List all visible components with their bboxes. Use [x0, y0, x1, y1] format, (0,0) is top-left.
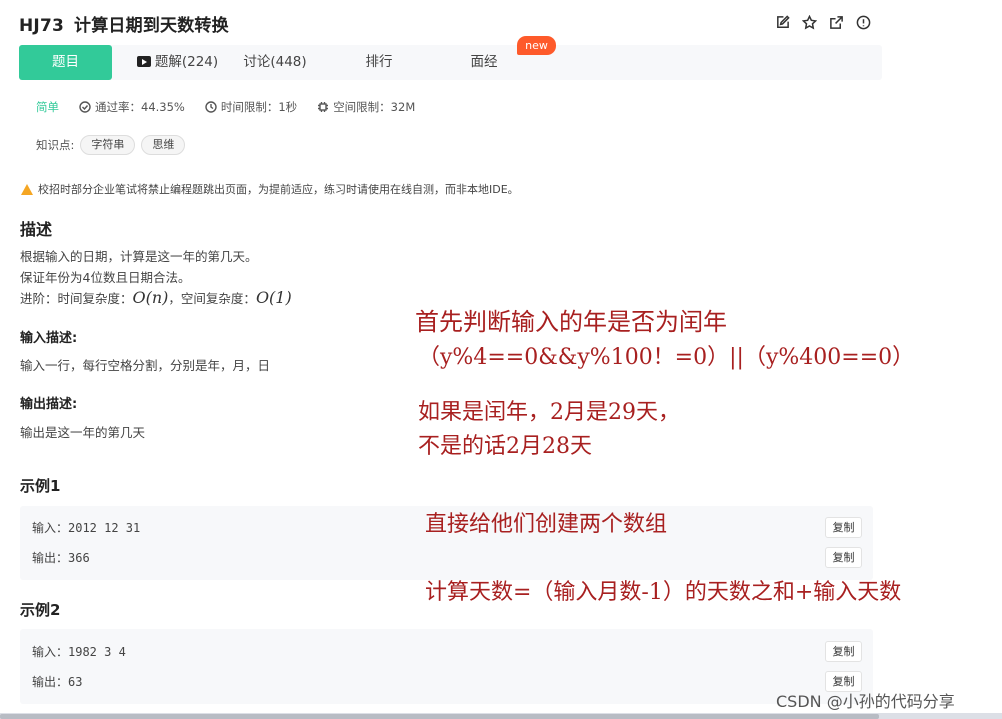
warning-icon: [21, 183, 33, 195]
output-desc-text: 输出是这一年的第几天: [20, 425, 146, 440]
space-complexity-label: ，空间复杂度：: [168, 291, 256, 306]
copy-button[interactable]: 复制: [825, 641, 862, 662]
problem-tabs: 题目 题解(224) 讨论(448) 排行 面经: [19, 45, 882, 80]
input-desc-text: 输入一行，每行空格分割，分别是年，月，日: [20, 358, 271, 373]
tab-problem[interactable]: 题目: [19, 45, 112, 80]
space-limit: 空间限制：32M: [317, 99, 415, 115]
description-line: 进阶：时间复杂度：O(n)，空间复杂度：O(1): [20, 288, 292, 310]
tab-solutions[interactable]: 题解(224): [130, 45, 225, 80]
example2-heading: 示例2: [20, 601, 61, 619]
annotation-feb-28: 不是的话2月28天: [418, 434, 592, 459]
difficulty-label: 简单: [36, 100, 59, 114]
space-complexity: O(1): [255, 288, 292, 307]
video-icon: [136, 56, 151, 67]
tag-string[interactable]: 字符串: [80, 135, 136, 155]
tab-discuss[interactable]: 讨论(448): [239, 45, 311, 80]
copy-button[interactable]: 复制: [825, 517, 862, 538]
warning-text: 校招时部分企业笔试将禁止编程题跳出页面，为提前适应，练习时请使用在线自测，而非本…: [38, 183, 519, 196]
tab-rank[interactable]: 排行: [359, 45, 399, 80]
pass-rate-text: 通过率：44.35%: [95, 100, 185, 114]
description-body: 根据输入的日期，计算是这一年的第几天。 保证年份为4位数且日期合法。 进阶：时间…: [20, 247, 292, 310]
advanced-label: 进阶：时间复杂度：: [20, 291, 133, 306]
share-icon[interactable]: [828, 14, 844, 30]
annotation-leap-year: 首先判断输入的年是否为闰年: [415, 308, 727, 336]
time-limit-text: 时间限制：1秒: [220, 100, 298, 114]
annotation-formula: 计算天数=（输入月数-1）的天数之和+输入天数: [425, 580, 902, 605]
star-icon[interactable]: [801, 14, 817, 30]
horizontal-scrollbar[interactable]: [0, 714, 879, 719]
annotation-leap-condition: （y%4==0&&y%100！=0）||（y%400==0）: [418, 345, 915, 370]
description-line: 保证年份为4位数且日期合法。: [20, 269, 191, 285]
example2-output: 输出：63: [32, 675, 83, 689]
input-desc-heading: 输入描述:: [20, 331, 78, 346]
time-limit: 时间限制：1秒: [205, 99, 297, 115]
annotation-arrays: 直接给他们创建两个数组: [425, 512, 668, 537]
example1-heading: 示例1: [20, 477, 61, 495]
info-icon[interactable]: [855, 14, 871, 30]
copy-button[interactable]: 复制: [825, 547, 862, 568]
tab-interview[interactable]: 面经: [464, 45, 504, 80]
annotation-feb-29: 如果是闰年，2月是29天，: [418, 400, 680, 425]
check-circle-icon: [79, 101, 91, 113]
tab-solutions-label: 题解(224): [154, 54, 219, 70]
clock-icon: [205, 101, 217, 113]
new-badge: new: [517, 36, 556, 55]
csdn-watermark: CSDN @小孙的代码分享: [776, 692, 955, 711]
edit-icon[interactable]: [774, 14, 790, 30]
problem-name: 计算日期到天数转换: [74, 16, 229, 36]
example2-box: 输入：1982 3 4 复制 输出：63 复制: [20, 629, 873, 704]
problem-title: HJ73 计算日期到天数转换: [19, 11, 229, 36]
output-desc-heading: 输出描述:: [20, 397, 78, 412]
time-complexity: O(n): [132, 288, 169, 307]
space-limit-text: 空间限制：32M: [333, 100, 416, 114]
description-line: 根据输入的日期，计算是这一年的第几天。: [20, 249, 258, 264]
tag-thinking[interactable]: 思维: [141, 135, 186, 155]
warning-notice: 校招时部分企业笔试将禁止编程题跳出页面，为提前适应，练习时请使用在线自测，而非本…: [21, 181, 519, 197]
knowledge-label: 知识点:: [36, 138, 75, 152]
title-actions: [774, 14, 871, 30]
knowledge-tags: 知识点: 字符串 思维: [36, 135, 186, 155]
example1-output: 输出：366: [32, 551, 90, 565]
chip-icon: [318, 102, 329, 112]
problem-meta: 简单 通过率：44.35% 时间限制：1秒 空间限制：32M: [36, 99, 435, 115]
problem-code: HJ73: [19, 16, 65, 36]
example1-input: 输入：2012 12 31: [32, 521, 141, 535]
pass-rate: 通过率：44.35%: [79, 99, 185, 115]
example2-input: 输入：1982 3 4: [32, 645, 126, 659]
description-heading: 描述: [20, 220, 53, 239]
